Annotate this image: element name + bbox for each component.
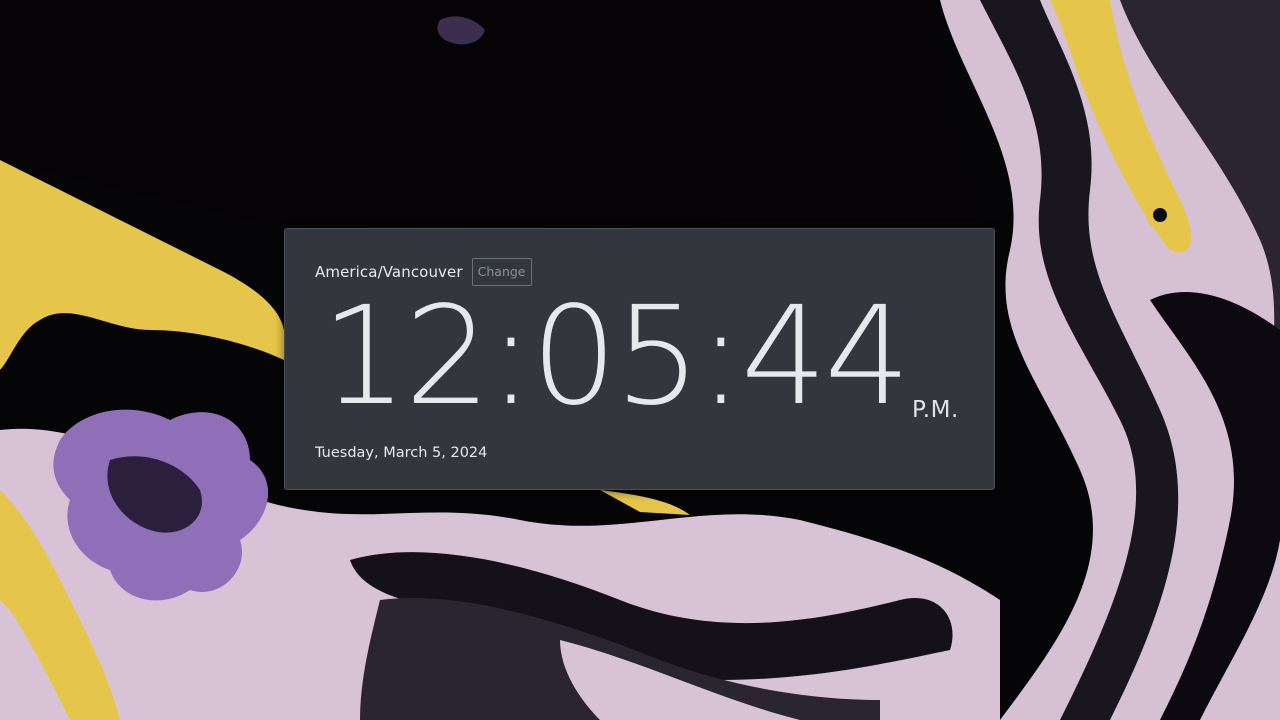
clock-period: P.M.	[912, 397, 959, 423]
clock-time: 12:05:44	[321, 278, 911, 436]
clock-date: Tuesday, March 5, 2024	[315, 445, 488, 461]
clock-widget: America/Vancouver Change 12:05:44 P.M. T…	[284, 228, 995, 490]
